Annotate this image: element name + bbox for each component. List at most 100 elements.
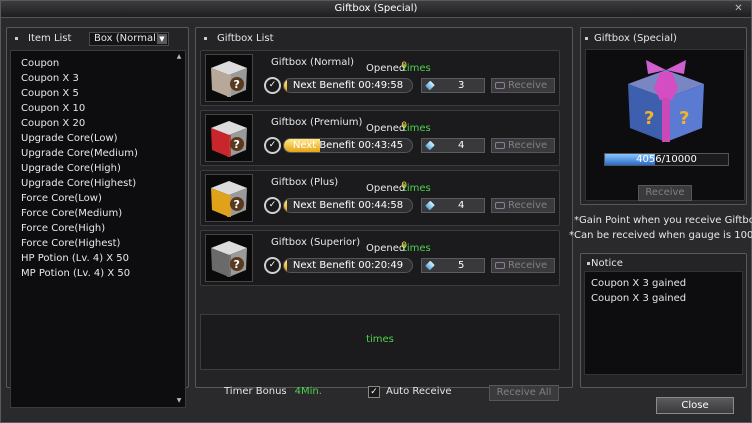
special-gauge: 4056/10000 [604,153,729,166]
list-item[interactable]: Upgrade Core(Medium) [21,146,185,161]
opened-label: Opened [366,123,406,134]
notice-message: Coupon X 3 gained [591,278,687,289]
opened-count: Opened0times [366,241,431,254]
item-list[interactable]: Coupon Coupon X 3 Coupon X 5 Coupon X 10 Cou… [10,50,186,408]
timer-bonus-value: 4Min. [294,386,322,397]
svg-text:?: ? [234,138,240,151]
special-giftbox-image: ? ? [628,60,704,142]
list-item[interactable]: HP Potion (Lv. 4) X 50 [21,251,185,266]
item-list-panel: Item List Box (Normal) ▼ Coupon Coupon X … [6,27,189,408]
special-giftbox-preview: ? ? 4056/10000 [585,49,745,201]
benefit-label: Next Benefit [292,140,356,151]
opened-count-value: 0 [401,241,407,251]
opened-count-value: 0 [401,61,407,71]
item-list-scrollbar[interactable]: ▲ ▼ [175,53,183,405]
receive-all-button[interactable]: Receive All [489,385,559,401]
list-item[interactable]: Force Core(High) [21,221,185,236]
opened-count-value: 0 [401,121,407,131]
window-title: Giftbox (Special) [334,3,418,14]
list-item[interactable]: Force Core(Low) [21,191,185,206]
list-item[interactable]: MP Potion (Lv. 4) X 50 [21,266,185,281]
scroll-down-icon[interactable]: ▼ [175,397,183,405]
giftbox-list-panel: Giftbox List ? Giftbox (Normal) Opened0tim… [195,27,573,401]
notice-log[interactable]: Coupon X 3 gained Coupon X 3 gained [584,271,743,375]
clock-icon: ✓ [264,257,281,274]
special-receive-button[interactable]: Receive [638,185,692,201]
benefit-timer-bar: Next Benefit 00:20:49 [283,258,413,273]
gem-count-value: 4 [458,200,465,211]
notice-panel: Notice Coupon X 3 gained Coupon X 3 gaine… [580,253,747,388]
receive-button[interactable]: Receive [491,258,555,273]
times-label: times [402,63,431,74]
benefit-time: 00:44:58 [358,200,404,211]
auto-receive-checkbox[interactable]: ✓ [368,386,380,398]
opened-count: Opened0times [366,61,431,74]
receive-button[interactable]: Receive [491,78,555,93]
list-item[interactable]: Upgrade Core(High) [21,161,185,176]
giftbox-row: ? Giftbox (Plus) Opened0times ✓ Next Benefit… [200,170,560,226]
gem-icon [425,80,435,91]
timer-text: Next Benefit 00:49:58 [284,79,412,92]
list-item[interactable]: Coupon X 3 [21,71,185,86]
list-item[interactable]: Coupon [21,56,185,71]
bullet-icon [587,261,590,265]
scroll-up-icon[interactable]: ▲ [175,53,183,61]
opened-label: Opened [366,63,406,74]
opened-label: Opened [366,183,406,194]
svg-text:?: ? [234,198,240,211]
svg-text:?: ? [679,108,689,129]
times-label: times [402,183,431,194]
times-label: times [402,123,431,134]
giftbox-name: Giftbox (Normal) [271,57,355,68]
list-item[interactable]: Coupon X 20 [21,116,185,131]
benefit-label: Next Benefit [292,260,356,271]
giftbox-row: ? Giftbox (Superior) Opened0times ✓ Next Ben… [200,230,560,286]
special-header: Giftbox (Special) [581,28,746,50]
giftbox-window: Giftbox (Special) ✕ Item List Box (Norma… [0,0,752,423]
clock-icon: ✓ [264,137,281,154]
timer-bonus: Timer Bonus 4Min. [224,386,322,397]
receive-button[interactable]: Receive [491,198,555,213]
benefit-time: 00:49:58 [358,80,404,91]
special-giftbox-panel: Giftbox (Special) ? ? 4056/10000 Receive [580,27,747,205]
dropdown-value: Box (Normal) [94,33,160,44]
gift-icon [495,82,505,89]
list-item[interactable]: Coupon X 10 [21,101,185,116]
receive-button[interactable]: Receive [491,138,555,153]
benefit-label: Next Benefit [292,200,356,211]
notice-header: Notice [581,254,746,272]
receive-label: Receive [508,140,548,151]
info-receive-condition: *Can be received when gauge is 100%. [569,230,752,241]
benefit-timer-bar: Next Benefit 00:43:45 [283,138,413,153]
giftbox-image: ? [205,234,253,282]
gem-count: 5 [421,258,485,273]
gift-icon [495,262,505,269]
close-icon[interactable]: ✕ [732,3,745,15]
timer-text: Next Benefit 00:43:45 [284,139,412,152]
list-item[interactable]: Force Core(Highest) [21,236,185,251]
timer-text: Next Benefit 00:20:49 [284,259,412,272]
close-button[interactable]: Close [656,397,734,414]
giftbox-row: ? Giftbox (Normal) Opened0times ✓ Next Benef… [200,50,560,106]
chevron-down-icon[interactable]: ▼ [157,34,167,44]
benefit-time: 00:43:45 [358,140,404,151]
gem-count: 4 [421,198,485,213]
giftbox-name: Giftbox (Premium) [271,117,363,128]
notice-message: Coupon X 3 gained [591,293,687,304]
receive-label: Receive [508,260,548,271]
gift-icon [495,202,505,209]
list-item[interactable]: Upgrade Core(Highest) [21,176,185,191]
list-item[interactable]: Coupon X 5 [21,86,185,101]
gem-count: 3 [421,78,485,93]
list-item[interactable]: Force Core(Medium) [21,206,185,221]
benefit-timer-bar: Next Benefit 00:49:58 [283,78,413,93]
clock-icon: ✓ [264,197,281,214]
opened-count: Opened0times [366,121,431,134]
gem-count-value: 4 [458,140,465,151]
svg-text:?: ? [234,258,240,271]
box-filter-dropdown[interactable]: Box (Normal) ▼ [89,32,169,46]
benefit-time: 00:20:49 [358,260,404,271]
title-bar: Giftbox (Special) ✕ [1,1,751,18]
gem-count-value: 3 [458,80,465,91]
list-item[interactable]: Upgrade Core(Low) [21,131,185,146]
